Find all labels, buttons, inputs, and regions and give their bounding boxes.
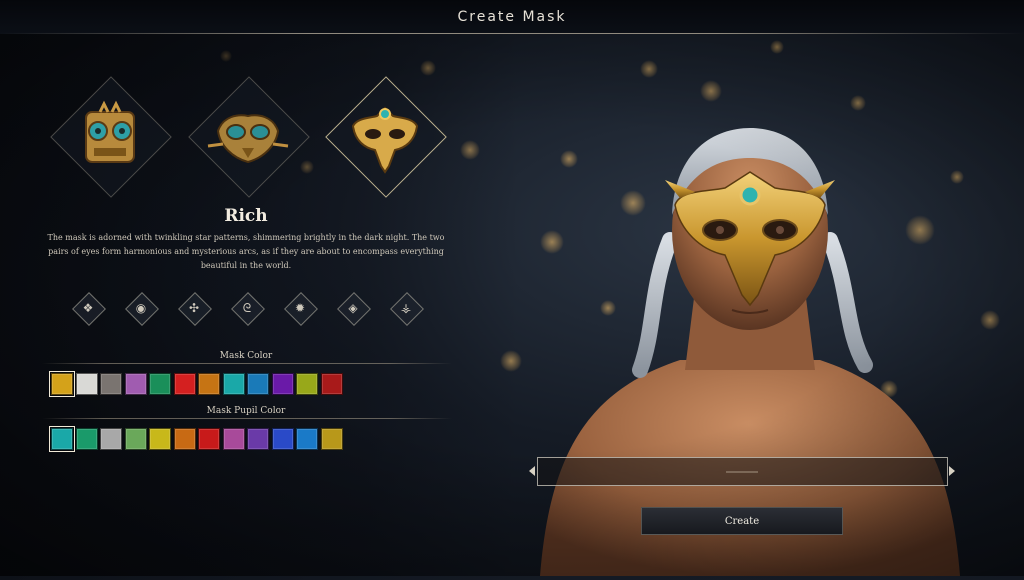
mask-color-swatch[interactable] bbox=[271, 373, 294, 395]
mask-color-swatch[interactable] bbox=[222, 373, 245, 395]
create-button[interactable]: Create bbox=[641, 507, 843, 535]
window-title: Create Mask bbox=[457, 9, 567, 25]
mask-color-label: Mask Color bbox=[219, 351, 273, 361]
pattern-sun[interactable]: ✹ bbox=[284, 292, 318, 326]
pupil-color-swatch[interactable] bbox=[49, 426, 75, 452]
pupil-color-swatch[interactable] bbox=[222, 428, 245, 450]
pattern-knot[interactable]: ❖ bbox=[72, 292, 106, 326]
pupil-color-swatch[interactable] bbox=[320, 428, 343, 450]
gem-icon: ◈ bbox=[348, 301, 358, 315]
mask-pupil-color-divider bbox=[42, 418, 452, 419]
pupil-color-swatch[interactable] bbox=[75, 428, 98, 450]
pupil-color-swatch[interactable] bbox=[149, 428, 171, 450]
top-bar: Create Mask bbox=[0, 0, 1024, 34]
eye-icon: ◉ bbox=[135, 301, 147, 315]
mask-color-swatch[interactable] bbox=[296, 373, 318, 395]
mask-color-swatch[interactable] bbox=[198, 373, 220, 395]
mask-name-field[interactable] bbox=[537, 457, 951, 487]
input-placeholder-mark bbox=[726, 471, 758, 473]
pattern-eye[interactable]: ◉ bbox=[125, 292, 159, 326]
tree-icon: ⚶ bbox=[400, 301, 412, 315]
sun-icon: ✹ bbox=[294, 301, 306, 315]
mask-color-swatch[interactable] bbox=[320, 373, 343, 395]
top-bar-divider bbox=[0, 33, 1024, 34]
pattern-compass[interactable]: ✣ bbox=[178, 292, 212, 326]
pattern-tree[interactable]: ⚶ bbox=[390, 292, 424, 326]
mask-color-swatch[interactable] bbox=[173, 373, 196, 395]
pupil-color-swatch[interactable] bbox=[173, 428, 196, 450]
mask-color-divider bbox=[42, 363, 452, 364]
mask-color-swatch[interactable] bbox=[124, 373, 147, 395]
mask-color-swatch[interactable] bbox=[49, 371, 75, 397]
eagle-mask-icon bbox=[351, 106, 419, 174]
pattern-gem[interactable]: ◈ bbox=[337, 292, 371, 326]
pupil-color-swatch[interactable] bbox=[271, 428, 294, 450]
previous-arrow-icon[interactable] bbox=[529, 466, 535, 476]
mask-name: Rich bbox=[224, 206, 268, 226]
mask-description: The mask is adorned with twinkling star … bbox=[47, 233, 445, 270]
pupil-color-swatch[interactable] bbox=[296, 428, 318, 450]
mask-color-swatch[interactable] bbox=[247, 373, 269, 395]
mask-color-swatch[interactable] bbox=[75, 373, 98, 395]
compass-icon: ✣ bbox=[188, 301, 200, 315]
next-arrow-icon[interactable] bbox=[949, 466, 955, 476]
mask-color-swatch[interactable] bbox=[100, 373, 122, 395]
mask-option-eagle[interactable] bbox=[325, 76, 447, 198]
mask-pupil-color-label: Mask Pupil Color bbox=[206, 406, 286, 416]
pattern-dragon[interactable]: ᘓ bbox=[231, 292, 265, 326]
knot-icon: ❖ bbox=[82, 301, 94, 315]
tribal-mask-icon bbox=[85, 100, 135, 163]
pupil-color-swatch[interactable] bbox=[100, 428, 122, 450]
mask-option-owl[interactable] bbox=[188, 76, 310, 198]
owl-mask-icon bbox=[207, 114, 289, 164]
mask-color-swatch[interactable] bbox=[149, 373, 171, 395]
pupil-color-swatch[interactable] bbox=[247, 428, 269, 450]
pupil-color-swatch[interactable] bbox=[198, 428, 220, 450]
mask-option-tribal[interactable] bbox=[50, 76, 172, 198]
pupil-color-swatch[interactable] bbox=[124, 428, 147, 450]
dragon-icon: ᘓ bbox=[242, 301, 252, 315]
